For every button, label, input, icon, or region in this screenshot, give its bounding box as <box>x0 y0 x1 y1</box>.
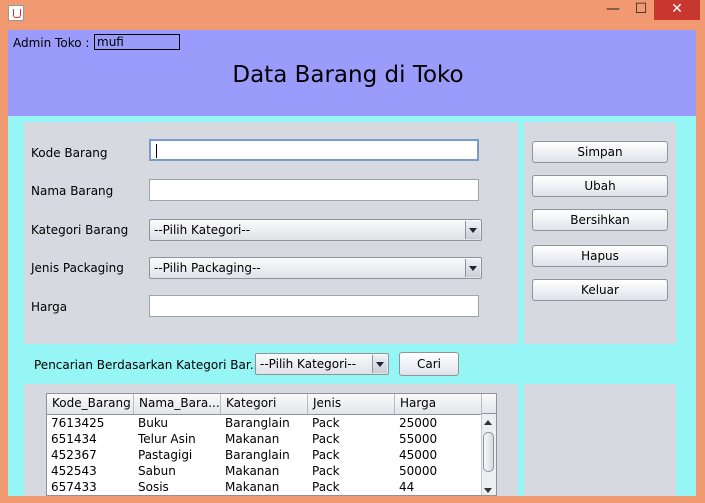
chevron-down-icon[interactable] <box>465 259 480 277</box>
table-cell: Pack <box>312 448 340 462</box>
table-cell: Baranglain <box>225 416 290 430</box>
table-cell: Buku <box>138 416 169 430</box>
table-cell: 25000 <box>399 416 438 430</box>
kode-barang-input[interactable] <box>149 139 479 161</box>
table-cell: Pack <box>312 480 340 494</box>
content-pane: Admin Toko : mufi Data Barang di Toko Ko… <box>8 30 696 496</box>
table-cell: Makanan <box>225 432 280 446</box>
table-cell: Pack <box>312 464 340 478</box>
minimize-button[interactable]: — <box>600 0 626 20</box>
table-cell: Makanan <box>225 464 280 478</box>
column-header-harga[interactable]: Harga <box>395 394 482 414</box>
kategori-barang-dropdown[interactable]: --Pilih Kategori-- <box>149 219 482 241</box>
barang-table[interactable]: Kode_Barang Nama_Bara... Kategori Jenis … <box>46 393 497 496</box>
jenis-packaging-dropdown[interactable]: --Pilih Packaging-- <box>149 257 482 279</box>
java-icon <box>8 5 24 21</box>
cari-button[interactable]: Cari <box>399 352 459 376</box>
table-header: Kode_Barang Nama_Bara... Kategori Jenis … <box>47 394 482 415</box>
table-cell: 657433 <box>51 480 97 494</box>
close-button[interactable]: ✕ <box>654 0 700 20</box>
chevron-down-icon[interactable] <box>372 355 387 373</box>
admin-name-field: mufi <box>94 34 180 50</box>
kategori-selected-value: --Pilih Kategori-- <box>154 223 251 237</box>
table-cell: Pack <box>312 432 340 446</box>
chevron-down-icon[interactable] <box>465 221 480 239</box>
packaging-selected-value: --Pilih Packaging-- <box>154 261 261 275</box>
table-row[interactable]: 651434 Telur Asin Makanan Pack 55000 <box>47 431 482 447</box>
header-panel: Admin Toko : mufi Data Barang di Toko <box>8 30 696 116</box>
table-row[interactable]: 657433 Sosis Makanan Pack 44 <box>47 479 482 495</box>
form-panel: Kode Barang Nama Barang Kategori Barang … <box>24 122 518 344</box>
bersihkan-button[interactable]: Bersihkan <box>532 209 668 231</box>
table-row[interactable]: 452367 Pastagigi Baranglain Pack 45000 <box>47 447 482 463</box>
column-header-kode-barang[interactable]: Kode_Barang <box>47 394 134 414</box>
app-window: — ☐ ✕ Admin Toko : mufi Data Barang di T… <box>0 0 705 503</box>
table-row[interactable]: 452543 Sabun Makanan Pack 50000 <box>47 463 482 479</box>
table-cell: 50000 <box>399 464 438 478</box>
table-cell: 45000 <box>399 448 438 462</box>
kategori-barang-label: Kategori Barang <box>31 223 129 237</box>
table-cell: Sosis <box>138 480 169 494</box>
table-cell: Sabun <box>138 464 176 478</box>
search-kategori-dropdown[interactable]: --Pilih Kategori-- <box>255 353 389 375</box>
table-cell: 7613425 <box>51 416 105 430</box>
hapus-button[interactable]: Hapus <box>532 245 668 267</box>
nama-barang-label: Nama Barang <box>31 184 114 198</box>
table-corner <box>481 394 496 414</box>
search-selected-value: --Pilih Kategori-- <box>260 357 357 371</box>
admin-label: Admin Toko : <box>13 36 90 50</box>
table-cell: 55000 <box>399 432 438 446</box>
harga-label: Harga <box>31 300 68 314</box>
text-caret <box>156 144 157 158</box>
table-cell: Pack <box>312 416 340 430</box>
side-panel <box>524 384 676 496</box>
table-vertical-scrollbar[interactable] <box>481 414 496 495</box>
jenis-packaging-label: Jenis Packaging <box>31 261 124 275</box>
button-panel: Simpan Ubah Bersihkan Hapus Keluar <box>524 122 676 344</box>
column-header-nama-barang[interactable]: Nama_Bara... <box>134 394 221 414</box>
table-cell: 651434 <box>51 432 97 446</box>
column-header-kategori[interactable]: Kategori <box>221 394 308 414</box>
page-title: Data Barang di Toko <box>232 62 464 88</box>
harga-input[interactable] <box>149 295 479 317</box>
table-cell: Baranglain <box>225 448 290 462</box>
scroll-down-icon[interactable] <box>484 488 492 493</box>
table-cell: Telur Asin <box>138 432 196 446</box>
table-cell: 452543 <box>51 464 97 478</box>
maximize-button[interactable]: ☐ <box>628 0 654 20</box>
search-label: Pencarian Berdasarkan Kategori Bar... <box>34 358 262 372</box>
nama-barang-input[interactable] <box>149 179 479 201</box>
table-cell: 452367 <box>51 448 97 462</box>
ubah-button[interactable]: Ubah <box>532 175 668 197</box>
scrollbar-thumb[interactable] <box>483 432 494 472</box>
scroll-up-icon[interactable] <box>484 420 492 425</box>
table-cell: 44 <box>399 480 415 494</box>
kode-barang-label: Kode Barang <box>31 146 108 160</box>
title-bar: — ☐ ✕ <box>0 0 705 30</box>
table-cell: Makanan <box>225 480 280 494</box>
table-cell: Pastagigi <box>138 448 193 462</box>
simpan-button[interactable]: Simpan <box>532 141 668 163</box>
table-panel: Kode_Barang Nama_Bara... Kategori Jenis … <box>24 384 518 496</box>
keluar-button[interactable]: Keluar <box>532 279 668 301</box>
table-row[interactable]: 7613425 Buku Baranglain Pack 25000 <box>47 415 482 431</box>
column-header-jenis[interactable]: Jenis <box>308 394 395 414</box>
